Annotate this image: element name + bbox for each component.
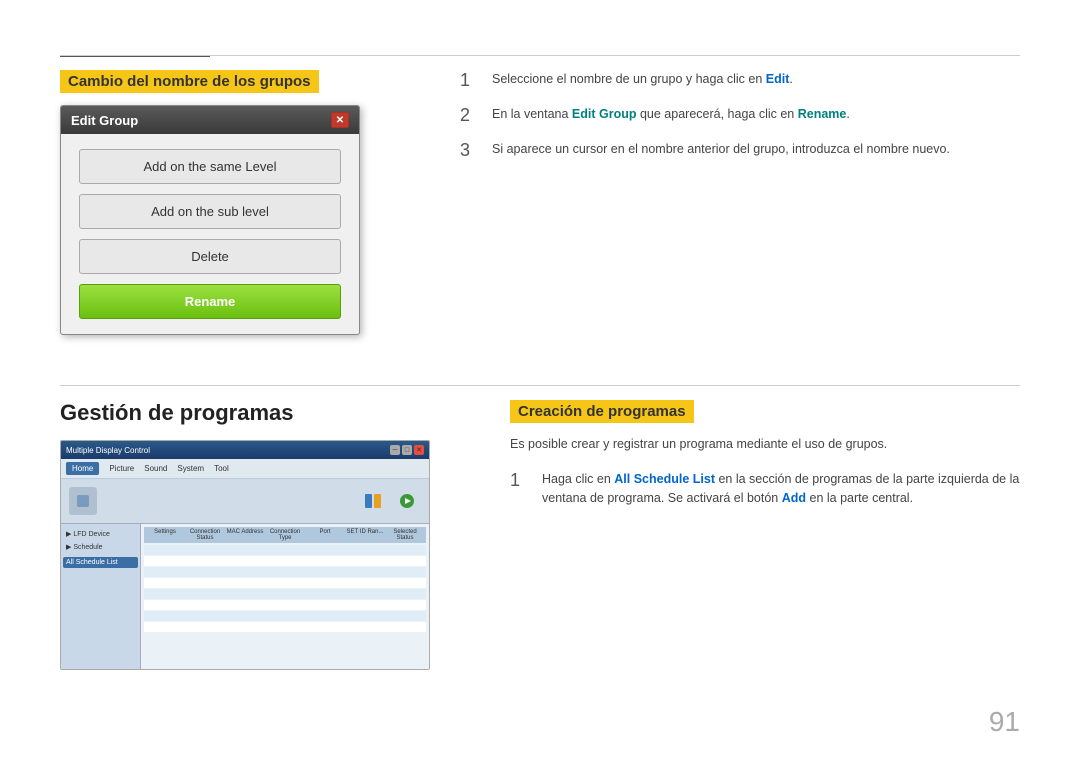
table-cell [226,547,264,553]
ss-sidebar-schedule[interactable]: ▶ Schedule [63,541,138,553]
table-cell [306,547,344,553]
dialog-close-button[interactable]: ✕ [331,112,349,128]
ss-menu-tool[interactable]: Tool [214,464,229,473]
page-container: Cambio del nombre de los grupos Edit Gro… [0,0,1080,763]
ss-col-mac: MAC Address [226,529,264,541]
dialog-body: Add on the same Level Add on the sub lev… [61,134,359,334]
creacion-intro: Es posible crear y registrar un programa… [510,435,1020,454]
ss-table-header: Settings Connection Status MAC Address C… [144,527,426,543]
table-row [144,556,426,566]
ss-menu-sound[interactable]: Sound [144,464,167,473]
ss-title: Multiple Display Control [66,446,150,455]
instruction-text-3: Si aparece un cursor en el nombre anteri… [492,140,950,159]
ss-toolbar [61,479,429,524]
ss-titlebar: Multiple Display Control ─ □ ✕ [61,441,429,459]
dialog-title: Edit Group [71,113,138,128]
dialog-titlebar: Edit Group ✕ [61,106,359,134]
table-row [144,545,426,555]
ss-toolbar-icon-3 [393,487,421,515]
ss-sidebar-lfd[interactable]: ▶ LFD Device [63,528,138,540]
table-row [144,600,426,610]
instruction-creacion-1: 1 Haga clic en All Schedule List en la s… [510,470,1020,508]
add-same-level-button[interactable]: Add on the same Level [79,149,341,184]
instruction-text-2: En la ventana Edit Group que aparecerá, … [492,105,850,124]
table-cell [186,547,224,553]
right-col-bottom: Creación de programas Es posible crear y… [510,400,1020,521]
edit-group-dialog: Edit Group ✕ Add on the same Level Add o… [60,105,360,335]
instruction-3: 3 Si aparece un cursor en el nombre ante… [460,140,1020,161]
ss-toolbar-icon-1 [69,487,97,515]
ss-col-port: Port [306,529,344,541]
table-cell [146,547,184,553]
ss-col-set-id: SET ID Ran... [346,529,384,541]
highlight-all-schedule-list: All Schedule List [614,472,715,486]
left-col-top: Cambio del nombre de los grupos Edit Gro… [60,70,430,335]
instruction-number-3: 3 [460,140,480,161]
section-header-gestion: Gestión de programas [60,400,450,426]
ss-sidebar: ▶ LFD Device ▶ Schedule All Schedule Lis… [61,524,141,669]
highlight-add: Add [782,491,806,505]
table-row [144,622,426,632]
top-rule [60,55,1020,56]
instruction-number-c1: 1 [510,470,530,491]
ss-col-settings: Settings [146,529,184,541]
rename-button[interactable]: Rename [79,284,341,319]
ss-controls: ─ □ ✕ [390,445,424,455]
table-cell [266,547,304,553]
screenshot-mockup: Multiple Display Control ─ □ ✕ Home Pict… [60,440,430,670]
instruction-number-1: 1 [460,70,480,91]
ss-maximize[interactable]: □ [402,445,412,455]
delete-button[interactable]: Delete [79,239,341,274]
mid-rule [60,385,1020,386]
page-number: 91 [989,706,1020,738]
ss-col-sel-status: Selected Status [386,529,424,541]
table-row [144,578,426,588]
section-header-cambio: Cambio del nombre de los grupos [60,70,319,93]
right-col-top: 1 Seleccione el nombre de un grupo y hag… [460,70,1020,175]
ss-content-area: ▶ LFD Device ▶ Schedule All Schedule Lis… [61,524,429,669]
instruction-1: 1 Seleccione el nombre de un grupo y hag… [460,70,1020,91]
highlight-edit: Edit [766,72,790,86]
ss-minimize[interactable]: ─ [390,445,400,455]
ss-toolbar-icon-2 [359,487,387,515]
left-col-bottom: Gestión de programas Multiple Display Co… [60,400,450,670]
ss-menu-bar: Home Picture Sound System Tool [61,459,429,479]
highlight-edit-group: Edit Group [572,107,637,121]
highlight-rename: Rename [798,107,847,121]
instruction-text-1: Seleccione el nombre de un grupo y haga … [492,70,793,89]
table-row [144,567,426,577]
instruction-text-c1: Haga clic en All Schedule List en la sec… [542,470,1020,508]
ss-menu-system[interactable]: System [177,464,204,473]
table-cell [386,547,424,553]
ss-col-conn-type: Connection Type [266,529,304,541]
ss-menu-home[interactable]: Home [66,462,99,475]
ss-close[interactable]: ✕ [414,445,424,455]
instruction-number-2: 2 [460,105,480,126]
ss-col-conn-status: Connection Status [186,529,224,541]
section-header-creacion: Creación de programas [510,400,694,423]
table-row [144,611,426,621]
table-cell [346,547,384,553]
ss-menu-picture[interactable]: Picture [109,464,134,473]
add-sub-level-button[interactable]: Add on the sub level [79,194,341,229]
ss-main: Settings Connection Status MAC Address C… [141,524,429,669]
table-row [144,589,426,599]
instruction-2: 2 En la ventana Edit Group que aparecerá… [460,105,1020,126]
ss-sidebar-all-schedule[interactable]: All Schedule List [63,557,138,568]
